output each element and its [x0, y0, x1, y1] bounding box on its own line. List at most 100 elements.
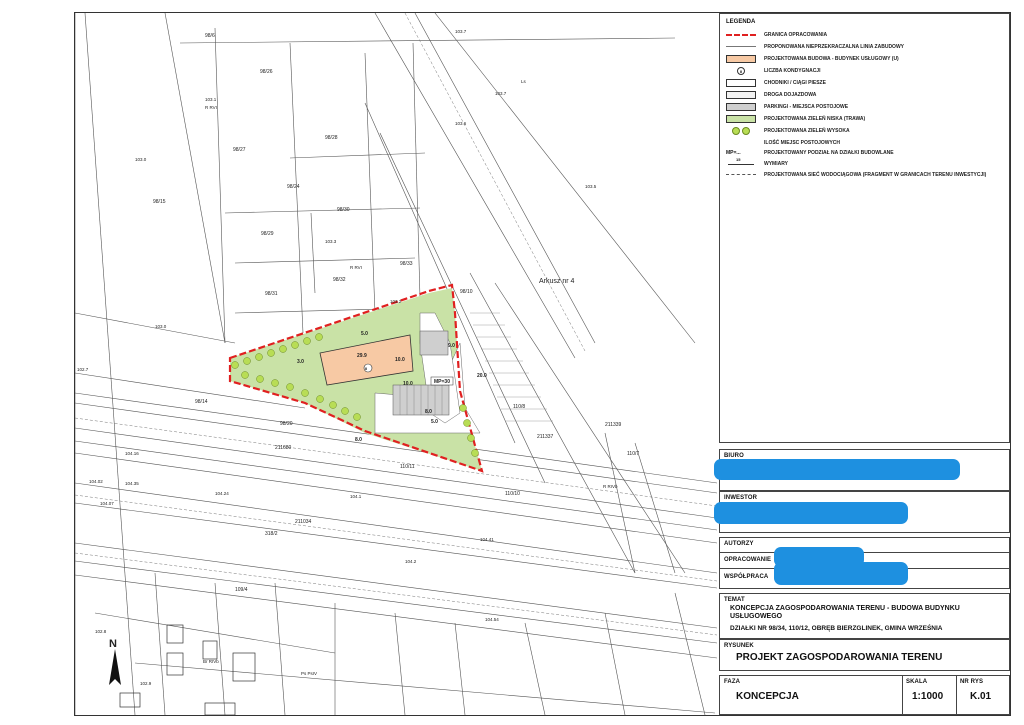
height-mark: 104.02: [89, 479, 103, 484]
investor-label: INWESTOR: [724, 495, 758, 501]
dim-label: 5.0: [431, 419, 438, 425]
north-label: N: [109, 638, 117, 650]
subject-label: TEMAT: [724, 597, 745, 603]
height-mark: 104.24: [215, 491, 229, 496]
parcel-number: 98/15: [153, 199, 166, 205]
parcel-number: 98/24: [287, 184, 300, 190]
drawing-title: PROJEKT ZAGOSPODAROWANIA TERENU: [736, 652, 943, 663]
soil-class: R RIVb: [603, 484, 618, 489]
soil-class: R RVI: [205, 105, 217, 110]
authors-box: AUTORZY OPRACOWANIE WSPÓŁPRACA: [719, 537, 1010, 589]
parcel-number: 98/30: [337, 207, 350, 213]
legend-label: PARKINGI - MIEJSCA POSTOJOWE: [764, 103, 849, 110]
building-line-symbol: [726, 46, 756, 47]
drawing-number-label: NR RYS: [960, 679, 984, 685]
height-mark: 104.2: [405, 559, 417, 564]
parcel-number: 98/20: [280, 421, 293, 427]
parcel-number: 110/7: [627, 451, 639, 457]
subject-line-3: DZIAŁKI NR 98/34, 110/12, OBRĘB BIERZGLI…: [730, 625, 943, 632]
parcel-number: 98/33: [400, 261, 413, 267]
division-symbol: MP=...: [726, 149, 741, 156]
scale-label: SKALA: [906, 679, 928, 685]
legend-label: PROJEKTOWANY PODZIAŁ NA DZIAŁKI BUDOWLAN…: [764, 149, 894, 156]
parcel-number: 98/32: [333, 277, 346, 283]
dim-label: 10.0: [403, 381, 413, 387]
redacted-block: [714, 459, 960, 480]
authors-label: AUTORZY: [724, 541, 754, 547]
dimension-symbol: 15: [736, 156, 741, 162]
height-mark: 103.5: [585, 184, 597, 189]
dim-label: 10.0: [395, 357, 405, 363]
phase-box: FAZA KONCEPCJA SKALA 1:1000 NR RYS K.01: [719, 675, 1010, 715]
parcel-number: 98/29: [261, 231, 274, 237]
legend-label: LICZBA KONDYGNACJI: [764, 67, 821, 74]
redacted-block: [774, 562, 908, 585]
height-mark: 104.07: [100, 501, 114, 506]
storeys-symbol-wrap: II: [726, 66, 756, 75]
subject-line-1: KONCEPCJA ZAGOSPODAROWANIA TERENU - BUDO…: [730, 605, 960, 612]
parcel-number: 98/10: [460, 289, 473, 295]
phase-label: FAZA: [724, 679, 741, 685]
parcel-number: 98/6: [205, 33, 215, 39]
drafting-label: OPRACOWANIE: [724, 557, 772, 563]
parcel-number: 110/10: [505, 491, 520, 497]
cooperation-label: WSPÓŁPRACA: [724, 574, 769, 580]
site-plan-map: 29.9 10.0 9.0 5.0 10.0 20.0 8.0 5.0 8.0 …: [75, 13, 717, 715]
height-mark: 103.1: [205, 97, 217, 102]
subject-box: TEMAT KONCEPCJA ZAGOSPODAROWANIA TERENU …: [719, 593, 1010, 639]
parcel-number: 211337: [537, 434, 554, 440]
parking-count-symbol: [726, 139, 756, 147]
legend-item-miejsca: ILOŚĆ MIEJSC POSTOJOWYCH: [726, 138, 840, 147]
drawing-label: RYSUNEK: [724, 643, 754, 649]
parcel-number: 211680: [275, 445, 292, 451]
title-block-panel: LEGENDA GRANICA OPRACOWANIA PROPONOWANA …: [714, 13, 1010, 715]
dim-label: 5.0: [361, 331, 368, 337]
parcel-number: 110/11: [400, 464, 415, 470]
legend-item-zielen-niska: PROJEKTOWANA ZIELEŃ NISKA (TRAWA): [726, 114, 865, 123]
soil-class: R RVI: [350, 265, 362, 270]
legend-item-parkingi: PARKINGI - MIEJSCA POSTOJOWE: [726, 102, 848, 111]
office-box: BIURO: [714, 449, 1010, 491]
dimension-symbol-wrap: 15: [726, 156, 756, 168]
phase-value: KONCEPCJA: [736, 691, 799, 702]
legend-item-kondygnacje: II LICZBA KONDYGNACJI: [726, 66, 820, 75]
soil-class: Br RIVb: [203, 659, 219, 664]
legend-label: PROPONOWANA NIEPRZEKRACZALNA LINIA ZABUD…: [764, 43, 904, 50]
tree-symbol: [726, 126, 756, 135]
storeys-label: II: [365, 366, 367, 371]
legend-item-chodniki: CHODNIKI / CIĄGI PIESZE: [726, 78, 826, 87]
legend-item-podzial: MP=... PROJEKTOWANY PODZIAŁ NA DZIAŁKI B…: [726, 148, 894, 157]
road-symbol: [726, 90, 756, 99]
sidewalk-symbol: [726, 78, 756, 87]
drawing-number-value: K.01: [970, 691, 992, 702]
grass-symbol: [726, 114, 756, 123]
legend-item-siec: PROJEKTOWANA SIEĆ WODOCIĄGOWA (FRAGMENT …: [726, 170, 986, 179]
legend-item-granica: GRANICA OPRACOWANIA: [726, 30, 827, 39]
water-main-symbol: [726, 174, 756, 175]
parcel-number: 109/4: [235, 587, 248, 593]
drawing-box: RYSUNEK PROJEKT ZAGOSPODAROWANIA TERENU: [719, 639, 1010, 671]
dim-label: 8.0: [355, 437, 362, 443]
division-symbol-wrap: MP=...: [726, 149, 756, 157]
investor-box: INWESTOR: [714, 491, 1010, 533]
parcel-number: 318/2: [265, 531, 278, 537]
parcel-number: 98/31: [265, 291, 278, 297]
legend-title: LEGENDA: [726, 19, 756, 25]
dim-label: 3.0: [297, 359, 304, 365]
height-mark: 102.8: [95, 629, 107, 634]
parking-count-label: MP=30: [434, 379, 450, 385]
boundary-symbol: [726, 33, 756, 36]
legend-label: PROJEKTOWANA ZIELEŃ NISKA (TRAWA): [764, 115, 866, 122]
parcel-number: 98/28: [325, 135, 338, 141]
height-mark: 103.3: [325, 239, 337, 244]
height-mark: 104.1: [350, 494, 362, 499]
legend-box: LEGENDA GRANICA OPRACOWANIA PROPONOWANA …: [719, 13, 1010, 443]
dim-label: 29.9: [357, 353, 367, 359]
height-mark: 102.9: [140, 681, 152, 686]
height-mark: 103.2: [390, 299, 402, 304]
legend-label: ILOŚĆ MIEJSC POSTOJOWYCH: [764, 139, 841, 146]
height-mark: 103.7: [495, 91, 507, 96]
height-mark: 102.7: [77, 367, 89, 372]
parcel-number: 211034: [295, 519, 312, 525]
height-mark: 104.16: [125, 451, 139, 456]
